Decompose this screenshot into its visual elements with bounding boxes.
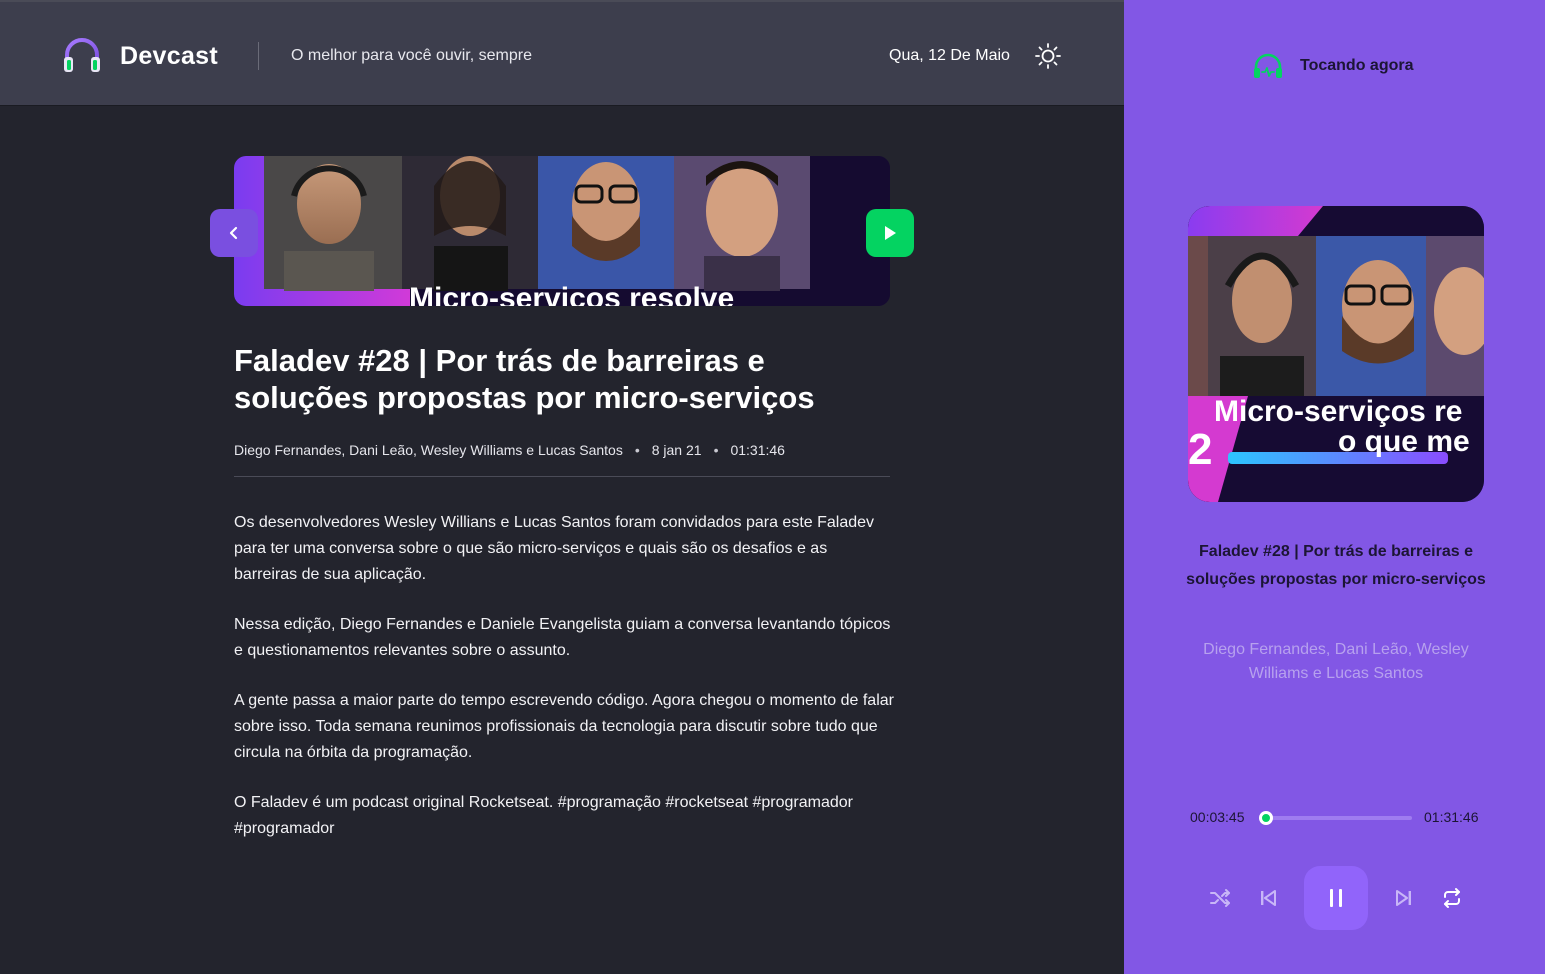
shuffle-button[interactable] [1204, 882, 1236, 914]
description-paragraph: Os desenvolvedores Wesley Willians e Luc… [234, 514, 875, 583]
progress-slider[interactable] [1266, 816, 1412, 820]
repeat-button[interactable] [1436, 882, 1468, 914]
section-divider [234, 476, 890, 477]
cover-caption-line2: o que me [1338, 425, 1470, 458]
previous-episode-button[interactable] [210, 209, 258, 257]
pause-button[interactable] [1304, 866, 1368, 930]
player-cover: Micro-serviços re o que me 2 [1188, 206, 1484, 502]
play-episode-button[interactable] [866, 209, 914, 257]
episode-duration: 01:31:46 [730, 442, 785, 458]
description-paragraph: O Faladev é um podcast original Rocketse… [234, 794, 853, 837]
now-playing-icon [1254, 53, 1282, 78]
thumbnail-caption: Micro-serviços resolve [409, 282, 734, 306]
next-icon [1396, 890, 1411, 906]
tagline: O melhor para você ouvir, sempre [291, 47, 532, 64]
chevron-left-icon [229, 226, 238, 240]
header-divider [258, 42, 259, 70]
play-icon [885, 226, 896, 240]
episode-thumbnail: Micro-serviços resolve [234, 156, 890, 306]
description-paragraph: A gente passa a maior parte do tempo esc… [234, 692, 894, 761]
episode-members: Diego Fernandes, Dani Leão, Wesley Willi… [234, 442, 623, 458]
pause-icon [1330, 889, 1342, 907]
player-episode-members: Diego Fernandes, Dani Leão, Wesley Willi… [1203, 641, 1469, 682]
shuffle-icon [1210, 889, 1230, 907]
current-time: 00:03:45 [1190, 809, 1245, 825]
meta-separator: • [713, 442, 719, 458]
previous-track-button[interactable] [1252, 882, 1284, 914]
current-date: Qua, 12 De Maio [889, 47, 1010, 64]
cover-caption-line1: Micro-serviços re [1214, 395, 1462, 428]
main-content: Devcast O melhor para você ouvir, sempre… [0, 0, 1124, 974]
headphones-logo-icon [64, 38, 100, 72]
thumbnail-art: Micro-serviços resolve [234, 156, 890, 306]
episode-title: Faladev #28 | Por trás de barreiras e so… [234, 343, 815, 415]
meta-separator: • [634, 442, 640, 458]
description-paragraph: Nessa edição, Diego Fernandes e Daniele … [234, 616, 891, 659]
cover-art: Micro-serviços re o que me 2 [1188, 206, 1484, 502]
total-time: 01:31:46 [1424, 809, 1479, 825]
next-track-button[interactable] [1388, 882, 1420, 914]
episode-meta: Diego Fernandes, Dani Leão, Wesley Willi… [234, 442, 785, 458]
cover-episode-number: 2 [1188, 425, 1212, 474]
now-playing-label: Tocando agora [1300, 57, 1414, 74]
episode-description: Os desenvolvedores Wesley Willians e Luc… [234, 510, 894, 866]
sun-icon[interactable] [1034, 42, 1062, 70]
previous-icon [1261, 890, 1276, 906]
episode-date: 8 jan 21 [651, 442, 702, 458]
player-episode-title: Faladev #28 | Por trás de barreiras e so… [1186, 543, 1486, 588]
progress-knob[interactable] [1259, 811, 1273, 825]
brand-name[interactable]: Devcast [120, 42, 218, 71]
repeat-icon [1444, 888, 1460, 908]
app-header: Devcast O melhor para você ouvir, sempre… [0, 2, 1124, 106]
